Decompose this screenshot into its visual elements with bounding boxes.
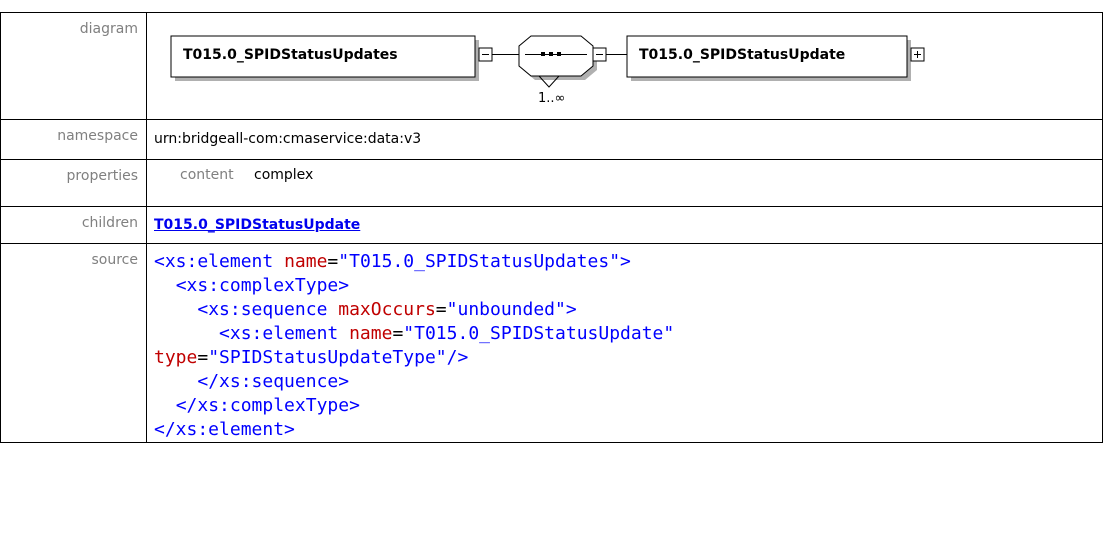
children-label-cell: children bbox=[0, 206, 147, 244]
collapse-icon[interactable] bbox=[478, 47, 493, 62]
occurrence-label: 1..∞ bbox=[538, 91, 566, 106]
source-code: <xs:element name="T015.0_SPIDStatusUpdat… bbox=[154, 251, 675, 440]
property-key: content bbox=[180, 167, 234, 183]
child-element-name[interactable]: T015.0_SPIDStatusUpdate bbox=[639, 47, 845, 63]
children-cell: T015.0_SPIDStatusUpdate bbox=[146, 206, 1103, 244]
diagram-label: diagram bbox=[79, 21, 138, 37]
properties-label: properties bbox=[66, 168, 138, 184]
diagram-cell: T015.0_SPIDStatusUpdates T015.0_SPIDStat… bbox=[146, 12, 1103, 120]
diagram-row: diagram T015.0_SPIDStatusUpdates T015.0_… bbox=[0, 12, 1103, 120]
namespace-label-cell: namespace bbox=[0, 119, 147, 160]
properties-cell: content complex bbox=[146, 159, 1103, 207]
property-value: complex bbox=[254, 167, 314, 183]
namespace-value: urn:bridgeall-com:cmaservice:data:v3 bbox=[154, 131, 422, 147]
source-label-cell: source bbox=[0, 243, 147, 443]
namespace-cell: urn:bridgeall-com:cmaservice:data:v3 bbox=[146, 119, 1103, 160]
expand-icon[interactable] bbox=[910, 47, 925, 62]
source-row: source <xs:element name="T015.0_SPIDStat… bbox=[0, 243, 1103, 443]
element-name: T015.0_SPIDStatusUpdates bbox=[183, 47, 398, 63]
properties-row: properties content complex bbox=[0, 159, 1103, 207]
sequence-compositor bbox=[518, 35, 594, 77]
properties-label-cell: properties bbox=[0, 159, 147, 207]
collapse-icon-2[interactable] bbox=[592, 47, 607, 62]
children-row: children T015.0_SPIDStatusUpdate bbox=[0, 206, 1103, 244]
namespace-row: namespace urn:bridgeall-com:cmaservice:d… bbox=[0, 119, 1103, 160]
diagram-label-cell: diagram bbox=[0, 12, 147, 120]
namespace-label: namespace bbox=[57, 128, 138, 144]
source-cell: <xs:element name="T015.0_SPIDStatusUpdat… bbox=[146, 243, 1103, 443]
source-label: source bbox=[91, 252, 139, 268]
schema-doc-table: diagram T015.0_SPIDStatusUpdates T015.0_… bbox=[0, 12, 1103, 443]
children-label: children bbox=[81, 215, 138, 231]
child-link[interactable]: T015.0_SPIDStatusUpdate bbox=[147, 207, 360, 233]
